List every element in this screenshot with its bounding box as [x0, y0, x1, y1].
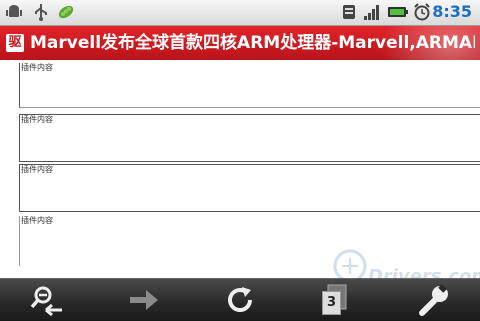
- browser-toolbar: 3: [0, 278, 480, 321]
- signal-bars-icon: [364, 5, 379, 20]
- plugin-label: 插件内容: [21, 216, 53, 225]
- plugin-placeholder[interactable]: 插件内容: [19, 114, 480, 162]
- pea-pod-icon: [58, 5, 74, 19]
- plugin-label: 插件内容: [21, 63, 53, 72]
- refresh-icon[interactable]: [220, 283, 260, 317]
- android-debug-icon: [6, 5, 22, 17]
- plugin-placeholder[interactable]: 插件内容: [19, 63, 480, 108]
- plugin-label: 插件内容: [21, 115, 53, 124]
- clock-time: 8:35: [432, 2, 472, 21]
- page-title-bar[interactable]: 驱 Marvell发布全球首款四核ARM处理器-Marvell,ARMADA: [0, 26, 480, 60]
- tab-count-badge[interactable]: 3: [322, 291, 341, 315]
- signal-icon: [343, 5, 355, 19]
- settings-wrench-icon[interactable]: [414, 283, 454, 317]
- usb-icon: [35, 4, 47, 21]
- page-title: Marvell发布全球首款四核ARM处理器-Marvell,ARMADA: [30, 33, 475, 53]
- plugin-label: 插件内容: [21, 165, 53, 174]
- alarm-icon: [414, 3, 430, 21]
- zoom-out-back-icon[interactable]: [28, 283, 68, 317]
- forward-arrow-icon[interactable]: [124, 283, 164, 317]
- battery-icon: [388, 7, 408, 17]
- status-bar: 8:35: [0, 0, 480, 26]
- site-favicon: 驱: [6, 34, 24, 52]
- plugin-placeholder[interactable]: 插件内容: [19, 164, 480, 212]
